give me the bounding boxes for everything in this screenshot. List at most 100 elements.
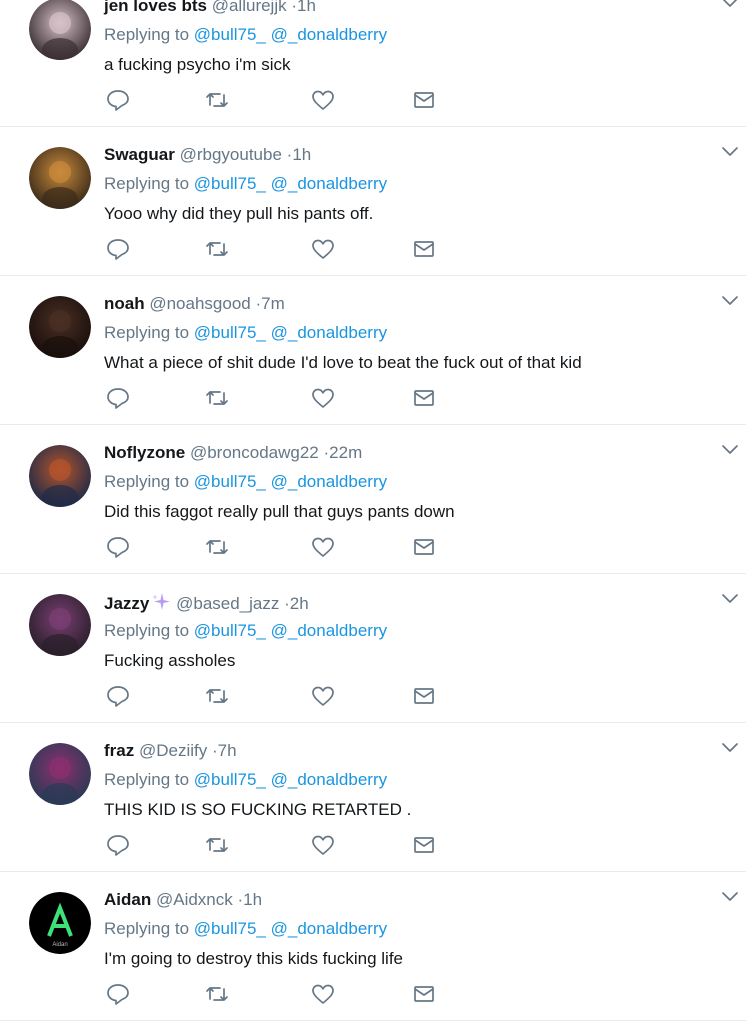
like-icon[interactable]: [310, 386, 336, 410]
retweet-icon[interactable]: [204, 237, 230, 261]
replying-to: Replying to @bull75_ @_donaldberry: [104, 25, 387, 45]
display-name[interactable]: Jazzy: [104, 594, 149, 613]
tweet[interactable]: Aidan Aidan @Aidxnck ·1h Replying to @bu…: [0, 872, 746, 1021]
user-handle[interactable]: @noahsgood: [149, 294, 250, 313]
replying-to: Replying to @bull75_ @_donaldberry: [104, 919, 387, 939]
replying-to-label: Replying to: [104, 323, 190, 342]
like-icon[interactable]: [310, 982, 336, 1006]
avatar[interactable]: [29, 743, 91, 805]
tweet[interactable]: noah @noahsgood ·7m Replying to @bull75_…: [0, 276, 746, 425]
retweet-icon[interactable]: [204, 386, 230, 410]
mention-link[interactable]: @bull75_: [194, 919, 266, 938]
avatar[interactable]: Aidan: [29, 892, 91, 954]
timestamp[interactable]: ·1h: [238, 890, 263, 909]
mention-link[interactable]: @bull75_: [194, 770, 266, 789]
reply-icon[interactable]: [105, 833, 131, 857]
reply-icon[interactable]: [105, 684, 131, 708]
tweet[interactable]: fraz @Deziify ·7h Replying to @bull75_ @…: [0, 723, 746, 872]
replying-to-label: Replying to: [104, 25, 190, 44]
display-name[interactable]: noah: [104, 294, 145, 313]
direct-message-icon[interactable]: [411, 237, 437, 261]
tweet[interactable]: jen loves bts @allurejjk ·1h Replying to…: [0, 0, 746, 127]
display-name[interactable]: fraz: [104, 741, 134, 760]
reply-icon[interactable]: [105, 88, 131, 112]
timestamp[interactable]: ·7h: [212, 741, 237, 760]
chevron-down-icon[interactable]: [720, 0, 740, 10]
reply-icon[interactable]: [105, 535, 131, 559]
like-icon[interactable]: [310, 237, 336, 261]
replying-to-label: Replying to: [104, 770, 190, 789]
user-handle[interactable]: @Deziify: [139, 741, 207, 760]
tweet-actions: [0, 982, 746, 1008]
chevron-down-icon[interactable]: [720, 741, 740, 755]
tweet-text: I'm going to destroy this kids fucking l…: [104, 949, 403, 968]
tweet[interactable]: Jazzy @based_jazz ·2h Replying to @bull7…: [0, 574, 746, 723]
display-name[interactable]: Swaguar: [104, 145, 175, 164]
user-handle[interactable]: @rbgyoutube: [180, 145, 282, 164]
user-handle[interactable]: @allurejjk: [212, 0, 287, 15]
chevron-down-icon[interactable]: [720, 145, 740, 159]
retweet-icon[interactable]: [204, 833, 230, 857]
mention-link[interactable]: @_donaldberry: [271, 323, 388, 342]
direct-message-icon[interactable]: [411, 88, 437, 112]
chevron-down-icon[interactable]: [720, 294, 740, 308]
reply-icon[interactable]: [105, 386, 131, 410]
tweet-text: Yooo why did they pull his pants off.: [104, 204, 374, 223]
avatar[interactable]: [29, 296, 91, 358]
retweet-icon[interactable]: [204, 982, 230, 1006]
avatar[interactable]: [29, 147, 91, 209]
mention-link[interactable]: @_donaldberry: [271, 174, 388, 193]
mention-link[interactable]: @_donaldberry: [271, 25, 388, 44]
user-handle[interactable]: @broncodawg22: [190, 443, 319, 462]
direct-message-icon[interactable]: [411, 684, 437, 708]
tweet-actions: [0, 237, 746, 263]
mention-link[interactable]: @_donaldberry: [271, 621, 388, 640]
retweet-icon[interactable]: [204, 684, 230, 708]
replying-to-label: Replying to: [104, 621, 190, 640]
reply-icon[interactable]: [105, 982, 131, 1006]
timestamp[interactable]: ·7m: [255, 294, 284, 313]
like-icon[interactable]: [310, 684, 336, 708]
tweet-header: jen loves bts @allurejjk ·1h: [104, 0, 316, 16]
like-icon[interactable]: [310, 833, 336, 857]
mention-link[interactable]: @bull75_: [194, 472, 266, 491]
tweet-text: Did this faggot really pull that guys pa…: [104, 502, 455, 521]
tweet-text: Fucking assholes: [104, 651, 236, 670]
tweet-header: Aidan @Aidxnck ·1h: [104, 890, 262, 910]
retweet-icon[interactable]: [204, 88, 230, 112]
like-icon[interactable]: [310, 535, 336, 559]
timestamp[interactable]: ·1h: [287, 145, 312, 164]
user-handle[interactable]: @based_jazz: [176, 594, 279, 613]
direct-message-icon[interactable]: [411, 982, 437, 1006]
replying-to: Replying to @bull75_ @_donaldberry: [104, 770, 387, 790]
mention-link[interactable]: @bull75_: [194, 621, 266, 640]
display-name[interactable]: jen loves bts: [104, 0, 207, 15]
avatar[interactable]: [29, 594, 91, 656]
mention-link[interactable]: @_donaldberry: [271, 472, 388, 491]
display-name[interactable]: Noflyzone: [104, 443, 185, 462]
timestamp[interactable]: ·2h: [284, 594, 309, 613]
display-name[interactable]: Aidan: [104, 890, 151, 909]
direct-message-icon[interactable]: [411, 833, 437, 857]
direct-message-icon[interactable]: [411, 535, 437, 559]
tweet[interactable]: Swaguar @rbgyoutube ·1h Replying to @bul…: [0, 127, 746, 276]
timestamp[interactable]: ·1h: [291, 0, 316, 15]
tweet-text: a fucking psycho i'm sick: [104, 55, 291, 74]
user-handle[interactable]: @Aidxnck: [156, 890, 233, 909]
avatar[interactable]: [29, 0, 91, 60]
mention-link[interactable]: @_donaldberry: [271, 770, 388, 789]
chevron-down-icon[interactable]: [720, 890, 740, 904]
mention-link[interactable]: @bull75_: [194, 323, 266, 342]
mention-link[interactable]: @bull75_: [194, 174, 266, 193]
mention-link[interactable]: @bull75_: [194, 25, 266, 44]
direct-message-icon[interactable]: [411, 386, 437, 410]
retweet-icon[interactable]: [204, 535, 230, 559]
like-icon[interactable]: [310, 88, 336, 112]
timestamp[interactable]: ·22m: [324, 443, 363, 462]
chevron-down-icon[interactable]: [720, 592, 740, 606]
reply-icon[interactable]: [105, 237, 131, 261]
mention-link[interactable]: @_donaldberry: [271, 919, 388, 938]
chevron-down-icon[interactable]: [720, 443, 740, 457]
tweet[interactable]: Noflyzone @broncodawg22 ·22m Replying to…: [0, 425, 746, 574]
avatar[interactable]: [29, 445, 91, 507]
